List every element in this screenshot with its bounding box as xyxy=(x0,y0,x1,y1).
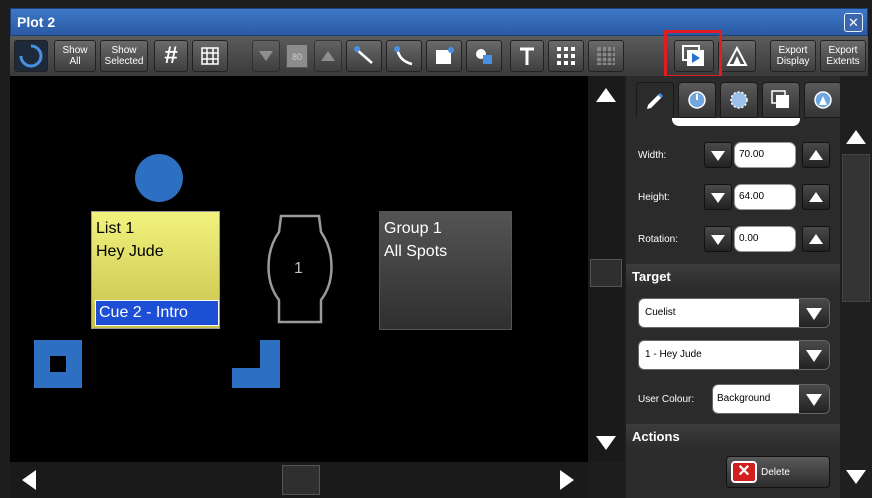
curve-tool-icon[interactable] xyxy=(386,40,422,72)
show-all-button[interactable]: Show All xyxy=(54,40,96,72)
chevron-down-icon[interactable] xyxy=(799,299,829,327)
user-colour-select[interactable]: Background xyxy=(712,384,830,414)
export-display-label-1: Export xyxy=(778,45,808,56)
target-type-select[interactable]: Cuelist xyxy=(638,298,830,328)
corner-shape[interactable] xyxy=(232,340,280,388)
fixture-grid-icon[interactable] xyxy=(588,40,624,72)
chevron-down-icon[interactable] xyxy=(799,341,829,369)
grid-icon[interactable] xyxy=(192,40,228,72)
cue-label: Cue 2 - Intro xyxy=(95,300,219,326)
export-display-label-2: Display xyxy=(776,56,810,67)
height-increase-icon[interactable] xyxy=(802,184,830,210)
width-decrease-icon[interactable] xyxy=(704,142,732,168)
rotation-decrease-icon[interactable] xyxy=(704,226,732,252)
vertical-scroll-thumb[interactable] xyxy=(590,259,622,287)
window-title: Plot 2 xyxy=(17,14,56,30)
delete-button[interactable]: ✕ Delete xyxy=(726,456,830,488)
plot-canvas[interactable]: List 1 Hey Jude Cue 2 - Intro 1 Group 1 … xyxy=(10,76,588,462)
canvas-horizontal-scrollbar[interactable] xyxy=(10,462,588,498)
target-item-select[interactable]: 1 - Hey Jude xyxy=(638,340,830,370)
panel-scroll-up-icon[interactable] xyxy=(846,130,866,144)
tab-effects[interactable] xyxy=(720,82,758,118)
cuelist-subtitle: Hey Jude xyxy=(96,243,164,260)
delete-label: Delete xyxy=(761,466,790,478)
title-bar: Plot 2 ✕ xyxy=(10,8,868,36)
tab-timing[interactable] xyxy=(678,82,716,118)
panel-scroll-down-icon[interactable] xyxy=(846,470,866,484)
tab-playback[interactable] xyxy=(762,82,800,118)
panel-scrollbar[interactable] xyxy=(840,76,872,498)
canvas-vertical-scrollbar[interactable] xyxy=(588,76,624,462)
actions-header: Actions xyxy=(626,424,840,450)
user-colour-value: Background xyxy=(713,385,801,413)
toolbar: Show All Show Selected # 80 Export Displ… xyxy=(10,36,868,76)
scroll-right-icon[interactable] xyxy=(560,470,574,490)
group-subtitle: All Spots xyxy=(384,243,448,260)
highlight-box xyxy=(664,30,722,78)
export-extents-label-1: Export xyxy=(828,45,858,56)
height-input[interactable]: 64.00 xyxy=(734,184,796,210)
rotation-label: Rotation: xyxy=(638,234,679,245)
rectangle-tool-icon[interactable] xyxy=(426,40,462,72)
line-tool-icon[interactable] xyxy=(346,40,382,72)
width-increase-icon[interactable] xyxy=(802,142,830,168)
export-display-button[interactable]: Export Display xyxy=(770,40,816,72)
export-extents-button[interactable]: Export Extents xyxy=(820,40,866,72)
target-type-value: Cuelist xyxy=(639,299,801,327)
show-all-label-1: Show xyxy=(62,45,88,56)
height-label: Height: xyxy=(638,192,670,203)
palette-object-icon[interactable] xyxy=(718,40,756,72)
zoom-up-icon[interactable] xyxy=(314,40,342,72)
circle-shape[interactable] xyxy=(135,154,183,202)
delete-icon: ✕ xyxy=(731,461,757,483)
scroll-down-icon[interactable] xyxy=(596,436,616,450)
width-input[interactable]: 70.00 xyxy=(734,142,796,168)
cuelist-title: List 1 xyxy=(96,220,135,237)
show-selected-label-1: Show xyxy=(111,45,137,56)
properties-panel: Width: 70.00 Height: 64.00 Rotation: 0.0… xyxy=(626,76,842,498)
close-icon[interactable]: ✕ xyxy=(844,13,863,32)
plot-window: Plot 2 ✕ Show All Show Selected # 80 Exp… xyxy=(0,0,872,498)
fixture-number: 1 xyxy=(294,260,303,277)
zoom-down-icon[interactable] xyxy=(252,40,280,72)
user-colour-label: User Colour: xyxy=(638,394,695,405)
height-decrease-icon[interactable] xyxy=(704,184,732,210)
hash-grid-icon[interactable]: # xyxy=(154,40,188,72)
rotation-input[interactable]: 0.00 xyxy=(734,226,796,252)
text-tool-icon[interactable] xyxy=(510,40,544,72)
group-title: Group 1 xyxy=(384,220,442,237)
scroll-left-icon[interactable] xyxy=(22,470,36,490)
square-hole xyxy=(50,356,66,372)
target-header: Target xyxy=(626,264,840,290)
show-selected-button[interactable]: Show Selected xyxy=(100,40,148,72)
panel-scroll-thumb[interactable] xyxy=(842,154,870,302)
cuelist-object[interactable]: List 1 Hey Jude Cue 2 - Intro xyxy=(91,211,220,329)
show-all-label-2: All xyxy=(69,56,81,67)
scrolled-field xyxy=(672,118,800,126)
zoom-value[interactable]: 80 xyxy=(286,44,308,68)
scroll-up-icon[interactable] xyxy=(596,88,616,102)
show-selected-label-2: Selected xyxy=(104,56,144,67)
spinner-icon[interactable] xyxy=(14,40,48,72)
target-item-value: 1 - Hey Jude xyxy=(639,341,801,369)
export-extents-label-2: Extents xyxy=(826,56,860,67)
align-grid-icon[interactable] xyxy=(548,40,584,72)
square-shape[interactable] xyxy=(34,340,82,388)
tab-edit[interactable] xyxy=(636,82,674,118)
tab-palette[interactable] xyxy=(804,82,842,118)
horizontal-scroll-thumb[interactable] xyxy=(282,465,320,495)
group-object[interactable]: Group 1 All Spots xyxy=(379,211,512,330)
rotation-increase-icon[interactable] xyxy=(802,226,830,252)
chevron-down-icon[interactable] xyxy=(799,385,829,413)
width-label: Width: xyxy=(638,150,667,161)
shapes-tool-icon[interactable] xyxy=(466,40,502,72)
